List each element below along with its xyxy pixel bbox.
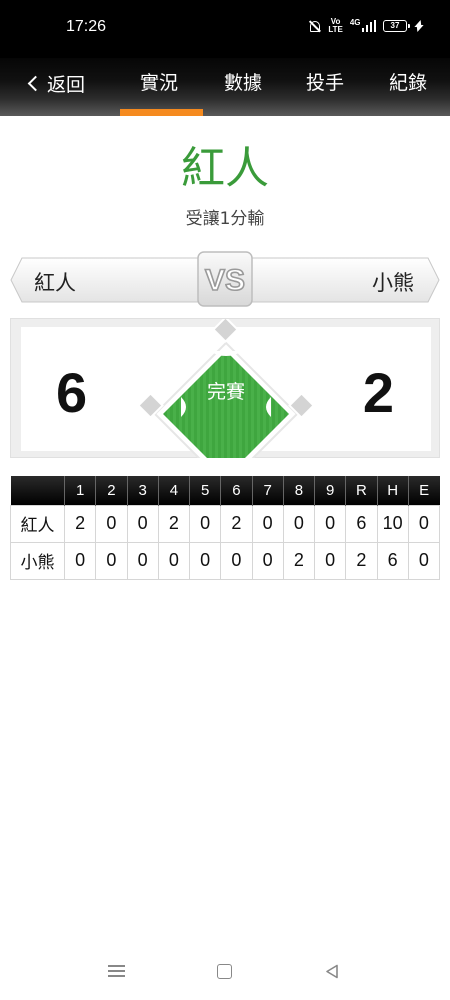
table-row: 紅人 2 0 0 2 0 2 0 0 0 6 10 0 [10, 504, 441, 543]
volte-icon: Vo LTE [328, 18, 343, 34]
header-runs: R [345, 476, 377, 505]
runs-cell: 2 [345, 541, 378, 580]
inning-cell: 0 [251, 504, 284, 543]
header-inning-3: 3 [126, 476, 159, 505]
inning-cell: 2 [282, 541, 316, 580]
winner-team-title: 紅人 [181, 143, 269, 194]
tab-stats[interactable]: 數據 [224, 68, 262, 98]
result-text: 受讓1分輸 [185, 209, 265, 229]
mute-bell-icon [308, 20, 321, 33]
header-team [10, 476, 65, 505]
status-icons: Vo LTE 4G 37 [308, 18, 422, 34]
home-icon[interactable] [217, 964, 232, 979]
header-inning-5: 5 [188, 476, 221, 505]
vs-badge-icon: VS [197, 251, 253, 307]
header-inning-1: 1 [63, 476, 96, 505]
back-button[interactable]: 返回 [26, 68, 85, 98]
charging-icon [414, 20, 422, 32]
matchup-bar: 紅人 小熊 VS [10, 251, 440, 307]
inning-cell: 2 [63, 504, 97, 543]
inning-cell: 0 [126, 504, 159, 543]
inning-cell: 2 [220, 504, 253, 543]
vs-label: VS [205, 264, 245, 297]
tab-record[interactable]: 紀錄 [389, 68, 427, 98]
second-base [212, 319, 239, 343]
inning-cell: 0 [63, 541, 97, 580]
linescore-header-row: 1 2 3 4 5 6 7 8 9 R H E [10, 476, 440, 505]
inning-cell: 0 [220, 541, 253, 580]
inning-cell: 0 [313, 541, 347, 580]
inning-cell: 0 [126, 541, 159, 580]
battery-icon: 37 [383, 20, 410, 32]
home-score: 6 [56, 361, 88, 424]
inning-cell: 0 [95, 541, 128, 580]
inning-cell: 0 [95, 504, 128, 543]
signal-icon [361, 20, 376, 32]
errors-cell: 0 [407, 541, 441, 580]
tab-pitcher[interactable]: 投手 [306, 68, 344, 98]
header-inning-7: 7 [251, 476, 284, 505]
header-inning-6: 6 [220, 476, 252, 505]
clock: 17:26 [66, 18, 107, 35]
header-inning-2: 2 [95, 476, 127, 505]
inning-cell: 0 [188, 541, 222, 580]
menu-icon[interactable] [108, 965, 125, 977]
table-row: 小熊 0 0 0 0 0 0 0 2 0 2 6 0 [10, 541, 441, 580]
chevron-left-icon [27, 75, 44, 91]
runs-cell: 6 [345, 504, 378, 543]
away-team-name: 小熊 [372, 271, 414, 295]
system-nav-bar [0, 940, 450, 1000]
row-team-name: 小熊 [10, 541, 65, 580]
network-type: 4G [349, 17, 361, 27]
inning-cell: 0 [282, 504, 316, 543]
active-tab-indicator [120, 109, 203, 116]
hits-cell: 6 [376, 541, 409, 580]
tab-live[interactable]: 實況 [140, 68, 178, 98]
inning-cell: 0 [157, 541, 191, 580]
inning-cell: 0 [188, 504, 222, 543]
top-nav-bar: 返回 實況 數據 投手 紀錄 [0, 58, 450, 116]
away-score: 2 [362, 361, 394, 424]
inning-cell: 0 [313, 504, 347, 543]
home-team-name: 紅人 [34, 271, 76, 295]
volte-bottom: LTE [328, 25, 343, 34]
hits-cell: 10 [376, 504, 409, 543]
header-inning-4: 4 [157, 476, 190, 505]
status-bar: 17:26 Vo LTE 4G 37 [0, 0, 450, 58]
back-triangle-icon[interactable] [325, 964, 339, 979]
linescore-table: 1 2 3 4 5 6 7 8 9 R H E 紅人 2 0 0 2 0 2 0… [10, 476, 441, 580]
errors-cell: 0 [407, 504, 441, 543]
back-label: 返回 [47, 73, 86, 96]
game-status: 完賽 [206, 381, 245, 403]
header-errors: E [407, 476, 440, 505]
inning-cell: 2 [157, 504, 191, 543]
header-inning-9: 9 [313, 476, 346, 505]
row-team-name: 紅人 [10, 504, 65, 543]
inning-cell: 0 [251, 541, 284, 580]
header-inning-8: 8 [282, 476, 315, 505]
scoreboard-panel: 6 2 完賽 [10, 318, 440, 458]
header-hits: H [376, 476, 409, 505]
